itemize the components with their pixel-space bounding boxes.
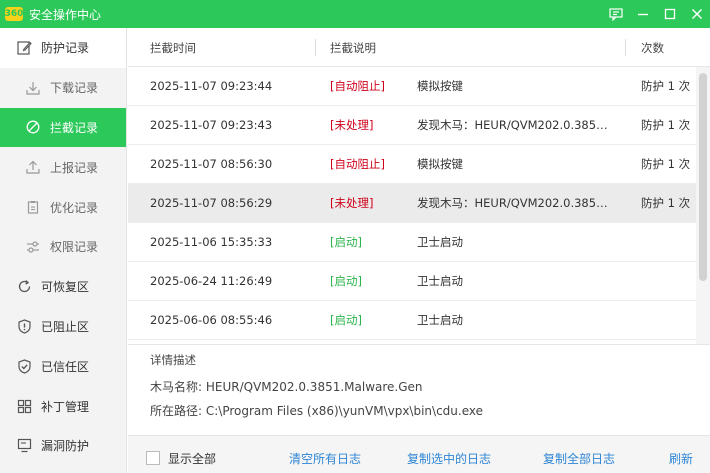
table-row[interactable]: 2025-11-07 09:23:43 [未处理] 发现木马：HEUR/QVM2… <box>128 106 696 145</box>
download-icon <box>25 80 41 96</box>
close-icon[interactable] <box>683 0 710 28</box>
column-header-count[interactable]: 次数 <box>641 28 664 67</box>
row-time: 2025-11-07 08:56:29 <box>150 196 273 210</box>
sidebar: 防护记录 下载记录 拦截记录 上报记录 优化记录 权限记录 可恢复区 已阻止区 … <box>0 28 127 473</box>
scrollbar-thumb[interactable] <box>699 73 707 281</box>
app-logo-icon: 360 <box>4 7 24 21</box>
row-count <box>641 262 701 301</box>
table-row-selected[interactable]: 2025-11-07 08:56:29 [未处理] 发现木马：HEUR/QVM2… <box>128 184 696 223</box>
sidebar-item-protection-records[interactable]: 防护记录 <box>0 28 126 68</box>
table-row[interactable]: 2025-11-07 08:56:30 [自动阻止] 模拟按键 防护 1 次 <box>128 145 696 184</box>
row-time: 2025-06-24 11:26:49 <box>150 274 273 288</box>
details-title: 详情描述 <box>150 353 196 367</box>
sidebar-item-label: 权限记录 <box>50 240 99 255</box>
column-divider[interactable] <box>315 39 316 56</box>
row-time: 2025-11-07 09:23:44 <box>150 79 273 93</box>
sidebar-item-label: 补丁管理 <box>41 399 90 414</box>
upload-icon <box>25 159 41 175</box>
block-icon <box>25 119 41 135</box>
sidebar-item-label: 拦截记录 <box>50 120 99 135</box>
table-row[interactable]: 2025-11-06 15:35:33 [启动] 卫士启动 <box>128 223 696 262</box>
column-divider[interactable] <box>625 39 626 56</box>
show-all-label[interactable]: 显示全部 <box>168 450 216 467</box>
details-panel: 详情描述 木马名称: HEUR/QVM202.0.3851.Malware.Ge… <box>128 344 710 434</box>
sidebar-item-patch-management[interactable]: 补丁管理 <box>0 386 126 426</box>
column-header-time[interactable]: 拦截时间 <box>150 28 196 67</box>
row-description: 卫士启动 <box>417 313 463 327</box>
sidebar-item-label: 防护记录 <box>41 41 90 56</box>
copy-all-logs-link[interactable]: 复制全部日志 <box>543 450 615 467</box>
row-count: 防护 1 次 <box>641 157 691 171</box>
sidebar-item-label: 可恢复区 <box>41 280 90 295</box>
sidebar-item-upload-records[interactable]: 上报记录 <box>0 147 126 187</box>
row-count: 防护 1 次 <box>641 118 691 132</box>
log-table: 2025-11-07 09:23:44 [自动阻止] 模拟按键 防护 1 次 2… <box>128 67 710 343</box>
row-description: 发现木马：HEUR/QVM202.0.3851... <box>417 118 610 132</box>
window-title: 安全操作中心 <box>29 7 102 22</box>
copy-selected-logs-link[interactable]: 复制选中的日志 <box>407 450 491 467</box>
row-time: 2025-11-06 15:35:33 <box>150 235 273 249</box>
title-bar: 360 安全操作中心 <box>0 0 710 28</box>
row-status-tag: [启动] <box>330 313 362 327</box>
shield-check-icon <box>16 358 32 374</box>
sidebar-item-permission-records[interactable]: 权限记录 <box>0 227 126 267</box>
restore-icon <box>16 279 32 295</box>
sidebar-item-label: 下载记录 <box>50 81 99 96</box>
refresh-link[interactable]: 刷新 <box>669 450 693 467</box>
grid-icon <box>16 398 32 414</box>
row-count: 防护 1 次 <box>641 196 691 210</box>
details-file-path: 所在路径: C:\Program Files (x86)\yunVM\vpx\b… <box>150 404 483 418</box>
table-scrollbar[interactable] <box>696 67 710 344</box>
edit-icon <box>16 40 32 56</box>
row-status-tag: [启动] <box>330 235 362 249</box>
row-time: 2025-11-07 09:23:43 <box>150 118 273 132</box>
row-status-tag: [未处理] <box>330 196 374 210</box>
sidebar-item-label: 已阻止区 <box>41 319 90 334</box>
row-time: 2025-06-06 08:55:46 <box>150 313 273 327</box>
feedback-icon[interactable] <box>602 0 629 28</box>
window-controls <box>602 0 710 28</box>
details-trojan-name: 木马名称: HEUR/QVM202.0.3851.Malware.Gen <box>150 380 423 394</box>
row-status-tag: [自动阻止] <box>330 79 385 93</box>
column-header-description[interactable]: 拦截说明 <box>330 28 376 67</box>
row-description: 模拟按键 <box>417 79 463 93</box>
row-status-tag: [启动] <box>330 274 362 288</box>
row-status-tag: [自动阻止] <box>330 157 385 171</box>
shield-alert-icon <box>16 318 32 334</box>
clear-all-logs-link[interactable]: 清空所有日志 <box>289 450 361 467</box>
sidebar-item-recoverable-zone[interactable]: 可恢复区 <box>0 267 126 307</box>
maximize-icon[interactable] <box>656 0 683 28</box>
sidebar-item-trusted-zone[interactable]: 已信任区 <box>0 346 126 386</box>
row-count <box>641 223 701 262</box>
table-row[interactable]: 2025-06-24 11:26:49 [启动] 卫士启动 <box>128 262 696 301</box>
footer-bar: 显示全部 清空所有日志 复制选中的日志 复制全部日志 刷新 <box>128 435 710 473</box>
sidebar-item-label: 已信任区 <box>41 359 90 374</box>
row-status-tag: [未处理] <box>330 118 374 132</box>
row-description: 卫士启动 <box>417 274 463 288</box>
minimize-icon[interactable] <box>629 0 656 28</box>
row-description: 发现木马：HEUR/QVM202.0.3851... <box>417 196 610 210</box>
sidebar-item-label: 上报记录 <box>50 160 99 175</box>
sidebar-item-vulnerability-protection[interactable]: 漏洞防护 <box>0 426 126 466</box>
sliders-icon <box>25 239 41 255</box>
row-description: 卫士启动 <box>417 235 463 249</box>
table-header: 拦截时间 拦截说明 次数 <box>128 28 710 67</box>
sidebar-item-label: 漏洞防护 <box>41 439 90 454</box>
row-description: 模拟按键 <box>417 157 463 171</box>
table-row[interactable]: 2025-11-07 09:23:44 [自动阻止] 模拟按键 防护 1 次 <box>128 67 696 106</box>
show-all-checkbox[interactable] <box>146 451 160 465</box>
table-row[interactable]: 2025-06-06 08:55:46 [启动] 卫士启动 <box>128 301 696 340</box>
row-count <box>641 301 701 340</box>
sidebar-item-block-records[interactable]: 拦截记录 <box>0 107 126 148</box>
row-time: 2025-11-07 08:56:30 <box>150 157 273 171</box>
sidebar-item-download-records[interactable]: 下载记录 <box>0 68 126 108</box>
clipboard-icon <box>25 199 41 215</box>
sidebar-item-label: 优化记录 <box>50 200 99 215</box>
sidebar-item-blocked-zone[interactable]: 已阻止区 <box>0 307 126 347</box>
monitor-icon <box>16 438 32 454</box>
sidebar-item-optimize-records[interactable]: 优化记录 <box>0 187 126 227</box>
row-count: 防护 1 次 <box>641 79 691 93</box>
main-panel: 拦截时间 拦截说明 次数 2025-11-07 09:23:44 [自动阻止] … <box>128 28 710 473</box>
